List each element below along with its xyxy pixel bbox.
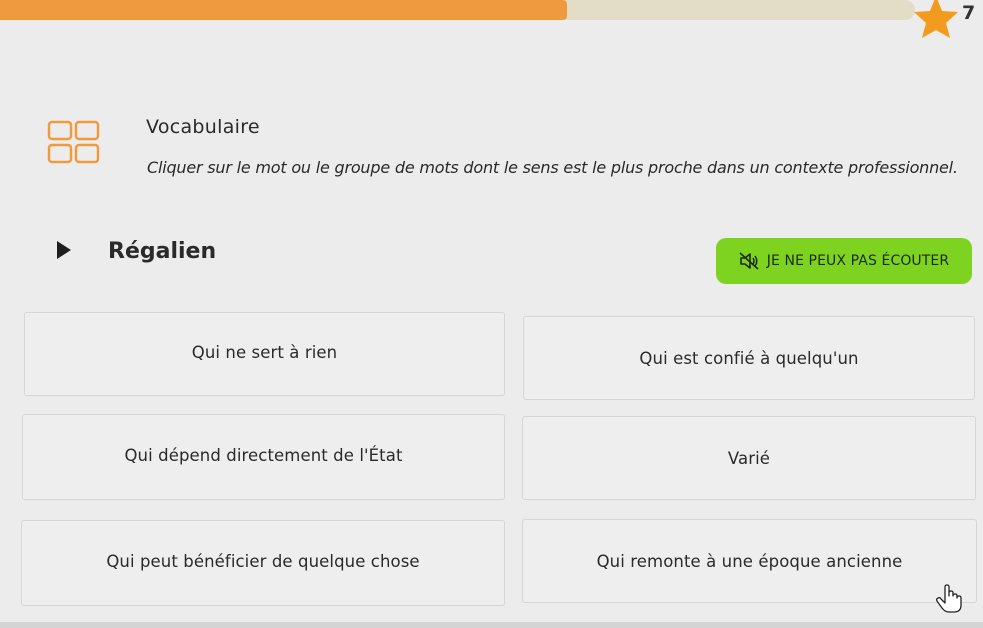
target-word: Régalien <box>108 239 217 264</box>
answer-option[interactable]: Qui peut bénéficier de quelque chose <box>21 520 505 606</box>
star-icon <box>914 0 958 38</box>
cant-listen-label: JE NE PEUX PAS ÉCOUTER <box>766 253 950 269</box>
play-audio-button[interactable] <box>44 234 84 266</box>
exercise-instruction: Cliquer sur le mot ou le groupe de mots … <box>147 158 958 177</box>
hand-cursor-icon <box>936 584 962 613</box>
cant-listen-button[interactable]: JE NE PEUX PAS ÉCOUTER <box>716 238 972 284</box>
bottom-edge <box>0 622 983 628</box>
exercise-title: Vocabulaire <box>146 116 260 138</box>
answer-option-label: Qui remonte à une époque ancienne <box>596 551 903 571</box>
answer-option[interactable]: Varié <box>522 416 976 500</box>
mute-icon <box>739 252 759 270</box>
answer-option-label: Qui est confié à quelqu'un <box>639 348 859 368</box>
answer-option-label: Qui dépend directement de l'État <box>124 445 403 465</box>
answer-option-label: Qui peut bénéficier de quelque chose <box>106 551 420 571</box>
answer-option[interactable]: Qui est confié à quelqu'un <box>523 316 975 400</box>
score-count: 7 <box>962 2 976 24</box>
progress-fill <box>0 0 568 20</box>
progress-track <box>0 0 915 20</box>
grid-icon <box>47 120 100 164</box>
answer-option[interactable]: Qui remonte à une époque ancienne <box>522 519 977 603</box>
answer-option-label: Varié <box>727 448 771 468</box>
answer-option-label: Qui ne sert à rien <box>191 342 338 362</box>
play-icon <box>57 241 71 259</box>
answer-option[interactable]: Qui dépend directement de l'État <box>22 414 505 500</box>
answer-option[interactable]: Qui ne sert à rien <box>24 312 505 396</box>
